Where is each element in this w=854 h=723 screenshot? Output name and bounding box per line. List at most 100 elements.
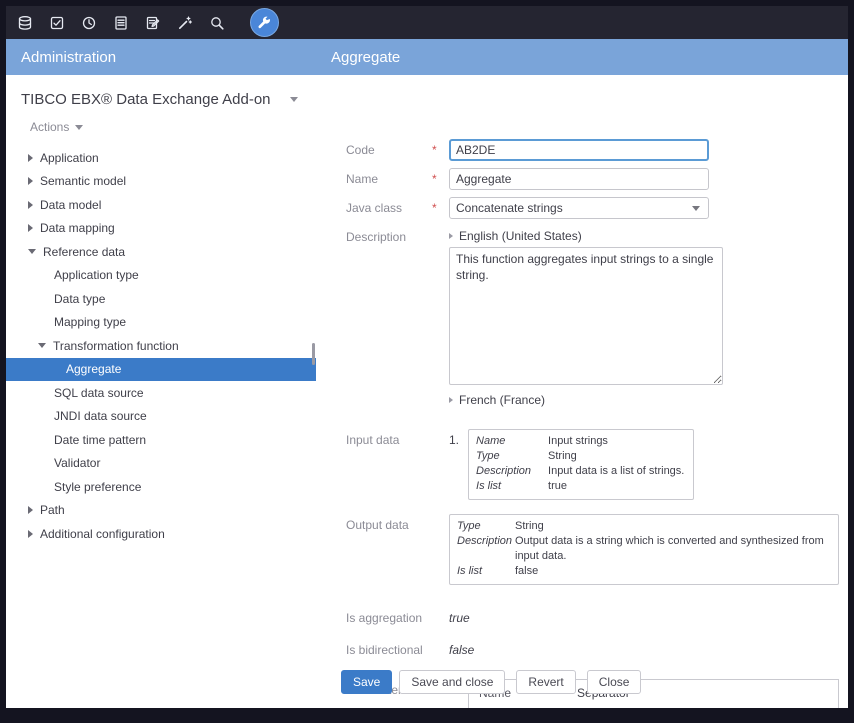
tree-item-label: Reference data — [43, 245, 125, 259]
body: TIBCO EBX® Data Exchange Add-on Actions … — [6, 75, 848, 708]
tree-item-label: Transformation function — [53, 339, 179, 353]
chevron-right-icon — [28, 177, 33, 185]
is-aggregation-value: true — [449, 607, 470, 625]
locale-label: English (United States) — [459, 229, 582, 243]
chevron-down-icon[interactable] — [290, 97, 298, 102]
tree-item-style-preference[interactable]: Style preference — [6, 475, 316, 499]
code-label: Code — [346, 139, 432, 157]
kv-value: String — [548, 449, 577, 464]
required-marker: * — [432, 168, 449, 186]
document-edit-icon[interactable] — [142, 12, 164, 34]
section-title-administration: Administration — [6, 39, 316, 75]
navigation-tree: Application Semantic model Data model Da… — [6, 146, 316, 546]
clock-icon[interactable] — [78, 12, 100, 34]
output-data-table: TypeString DescriptionOutput data is a s… — [449, 514, 839, 585]
kv-value: String — [515, 519, 544, 534]
field-row-code: Code * — [346, 139, 848, 161]
sidebar-title-row[interactable]: TIBCO EBX® Data Exchange Add-on — [6, 75, 316, 108]
kv-value: Output data is a string which is convert… — [515, 534, 829, 564]
search-icon[interactable] — [206, 12, 228, 34]
top-toolbar — [6, 6, 848, 39]
sidebar-title: TIBCO EBX® Data Exchange Add-on — [21, 91, 271, 108]
tree-item-label: JNDI data source — [54, 409, 147, 423]
tree-item-transformation-function[interactable]: Transformation function — [6, 334, 316, 358]
description-english-textarea[interactable]: This function aggregates input strings t… — [449, 247, 723, 385]
tree-item-label: SQL data source — [54, 386, 144, 400]
field-row-is-aggregation: Is aggregation true — [346, 607, 848, 625]
code-input[interactable] — [449, 139, 709, 161]
tree-item-reference-data[interactable]: Reference data — [6, 240, 316, 264]
required-marker: * — [432, 139, 449, 157]
chevron-right-icon — [28, 224, 33, 232]
is-bidirectional-value: false — [449, 639, 474, 657]
java-class-label: Java class — [346, 197, 432, 215]
form-button-bar: Save Save and close Revert Close — [341, 670, 641, 694]
field-row-description: Description English (United States) This… — [346, 226, 848, 407]
actions-label: Actions — [30, 120, 69, 134]
tree-item-path[interactable]: Path — [6, 499, 316, 523]
field-row-input-data: Input data 1. NameInput strings TypeStri… — [346, 429, 848, 500]
field-row-name: Name * — [346, 168, 848, 190]
tree-item-label: Date time pattern — [54, 433, 146, 447]
tree-item-application-type[interactable]: Application type — [6, 264, 316, 288]
sidebar-scrollbar[interactable] — [312, 343, 315, 365]
kv-key: Name — [476, 434, 548, 449]
app-frame: Administration Aggregate TIBCO EBX® Data… — [0, 0, 854, 723]
tree-item-semantic-model[interactable]: Semantic model — [6, 170, 316, 194]
name-input[interactable] — [449, 168, 709, 190]
tree-item-additional-configuration[interactable]: Additional configuration — [6, 522, 316, 546]
tree-item-label: Application type — [54, 268, 139, 282]
tree-item-date-time-pattern[interactable]: Date time pattern — [6, 428, 316, 452]
tree-item-label: Mapping type — [54, 315, 126, 329]
kv-key: Type — [457, 519, 515, 534]
tree-item-label: Data mapping — [40, 221, 115, 235]
chevron-right-icon — [28, 530, 33, 538]
close-button[interactable]: Close — [587, 670, 642, 694]
chevron-down-icon — [28, 249, 36, 254]
tree-item-data-model[interactable]: Data model — [6, 193, 316, 217]
app-window: Administration Aggregate TIBCO EBX® Data… — [6, 6, 848, 708]
input-data-label: Input data — [346, 429, 432, 447]
tree-item-application[interactable]: Application — [6, 146, 316, 170]
chevron-right-icon — [28, 154, 33, 162]
kv-key: Is list — [457, 564, 515, 579]
tree-item-aggregate[interactable]: Aggregate — [6, 358, 316, 382]
tree-item-mapping-type[interactable]: Mapping type — [6, 311, 316, 335]
output-data-label: Output data — [346, 514, 432, 532]
save-and-close-button[interactable]: Save and close — [399, 670, 505, 694]
tree-item-validator[interactable]: Validator — [6, 452, 316, 476]
kv-value: false — [515, 564, 538, 579]
document-icon[interactable] — [110, 12, 132, 34]
locale-toggle-french[interactable]: French (France) — [449, 393, 723, 407]
is-bidirectional-label: Is bidirectional — [346, 639, 432, 657]
field-row-java-class: Java class * Concatenate strings — [346, 197, 848, 219]
name-label: Name — [346, 168, 432, 186]
kv-value: Input data is a list of strings. — [548, 464, 684, 479]
revert-button[interactable]: Revert — [516, 670, 575, 694]
checklist-icon[interactable] — [46, 12, 68, 34]
tree-item-label: Semantic model — [40, 174, 126, 188]
tree-item-data-mapping[interactable]: Data mapping — [6, 217, 316, 241]
tree-item-jndi-data-source[interactable]: JNDI data source — [6, 405, 316, 429]
locale-toggle-english[interactable]: English (United States) — [449, 229, 723, 243]
actions-menu[interactable]: Actions — [30, 120, 316, 134]
chevron-down-icon — [38, 343, 46, 348]
tree-item-label: Application — [40, 151, 99, 165]
magic-wand-icon[interactable] — [174, 12, 196, 34]
database-icon[interactable] — [14, 12, 36, 34]
kv-value: true — [548, 479, 567, 494]
chevron-down-icon — [692, 206, 700, 211]
kv-key: Description — [457, 534, 515, 564]
tree-item-sql-data-source[interactable]: SQL data source — [6, 381, 316, 405]
save-button[interactable]: Save — [341, 670, 392, 694]
java-class-select[interactable]: Concatenate strings — [449, 197, 709, 219]
kv-value: Input strings — [548, 434, 608, 449]
chevron-right-icon — [449, 233, 453, 239]
input-data-table: NameInput strings TypeString Description… — [468, 429, 694, 500]
tree-item-data-type[interactable]: Data type — [6, 287, 316, 311]
tree-item-label: Style preference — [54, 480, 141, 494]
tree-item-label: Validator — [54, 456, 100, 470]
record-form: Code * Name * Java class * Concatenate s… — [316, 75, 848, 708]
wrench-icon[interactable] — [250, 8, 279, 37]
locale-label: French (France) — [459, 393, 545, 407]
